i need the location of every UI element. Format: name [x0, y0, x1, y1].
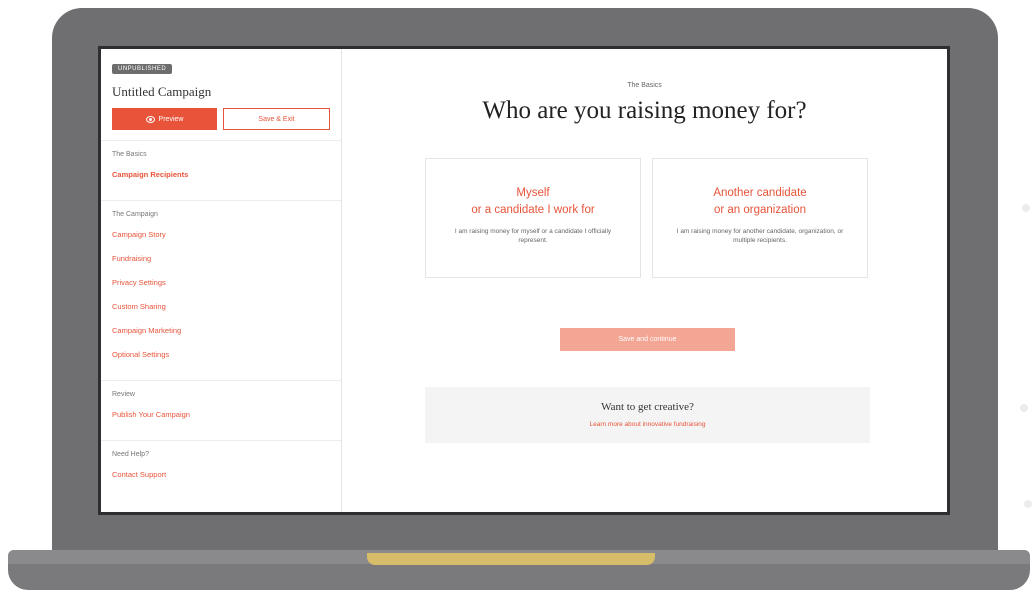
campaign-title: Untitled Campaign: [112, 84, 212, 99]
option-card-myself[interactable]: Myself or a candidate I work for I am ra…: [425, 158, 641, 278]
sidebar-item-optional-settings[interactable]: Optional Settings: [112, 350, 330, 359]
header-actions: Preview Save & Exit: [112, 108, 330, 130]
decor-dot: [1020, 404, 1028, 412]
sidebar-item-privacy-settings[interactable]: Privacy Settings: [112, 278, 330, 287]
creative-title: Want to get creative?: [601, 401, 694, 413]
preview-label: Preview: [158, 115, 184, 123]
section-the-basics: The Basics Campaign Recipients: [101, 141, 341, 201]
creative-panel: Want to get creative? Learn more about i…: [425, 387, 870, 443]
sidebar-item-campaign-marketing[interactable]: Campaign Marketing: [112, 326, 330, 335]
section-the-campaign: The Campaign Campaign Story Fundraising …: [101, 201, 341, 381]
section-label: The Campaign: [112, 211, 158, 218]
section-label: Need Help?: [112, 451, 149, 458]
option-title-line1: Myself: [516, 187, 550, 199]
option-description: I am raising money for myself or a candi…: [454, 228, 612, 244]
option-title-line1: Another candidate: [713, 187, 807, 199]
main-content: The Basics Who are you raising money for…: [342, 49, 947, 512]
laptop-hinge: [367, 553, 655, 565]
preview-button[interactable]: Preview: [112, 108, 217, 130]
sidebar-item-custom-sharing[interactable]: Custom Sharing: [112, 302, 330, 311]
status-badge: UNPUBLISHED: [112, 64, 173, 74]
section-label: Review: [112, 391, 135, 398]
sidebar: UNPUBLISHED Untitled Campaign Preview Sa…: [101, 49, 342, 512]
section-need-help: Need Help? Contact Support: [101, 441, 341, 500]
decor-dot: [1022, 204, 1030, 212]
option-title-line2: or an organization: [713, 204, 807, 216]
innovative-fundraising-link[interactable]: Learn more about innovative fundraising: [425, 421, 870, 428]
option-card-another[interactable]: Another candidate or an organization I a…: [652, 158, 868, 278]
sidebar-item-publish-campaign[interactable]: Publish Your Campaign: [112, 410, 330, 419]
option-description: I am raising money for another candidate…: [676, 228, 844, 244]
eye-icon: [145, 115, 155, 123]
sidebar-item-campaign-story[interactable]: Campaign Story: [112, 230, 330, 239]
option-title-line2: or a candidate I work for: [471, 204, 595, 216]
save-exit-button[interactable]: Save & Exit: [223, 108, 330, 130]
save-continue-button[interactable]: Save and continue: [560, 328, 735, 351]
sidebar-header: UNPUBLISHED Untitled Campaign Preview Sa…: [101, 49, 341, 141]
sidebar-item-contact-support[interactable]: Contact Support: [112, 470, 330, 479]
page-title: Who are you raising money for?: [482, 97, 807, 124]
section-review: Review Publish Your Campaign: [101, 381, 341, 441]
decor-dot: [1024, 500, 1032, 508]
sidebar-item-campaign-recipients[interactable]: Campaign Recipients: [112, 170, 330, 179]
sidebar-item-fundraising[interactable]: Fundraising: [112, 254, 330, 263]
laptop-screen: UNPUBLISHED Untitled Campaign Preview Sa…: [98, 46, 950, 515]
section-label: The Basics: [112, 151, 147, 158]
step-eyebrow: The Basics: [627, 82, 662, 89]
